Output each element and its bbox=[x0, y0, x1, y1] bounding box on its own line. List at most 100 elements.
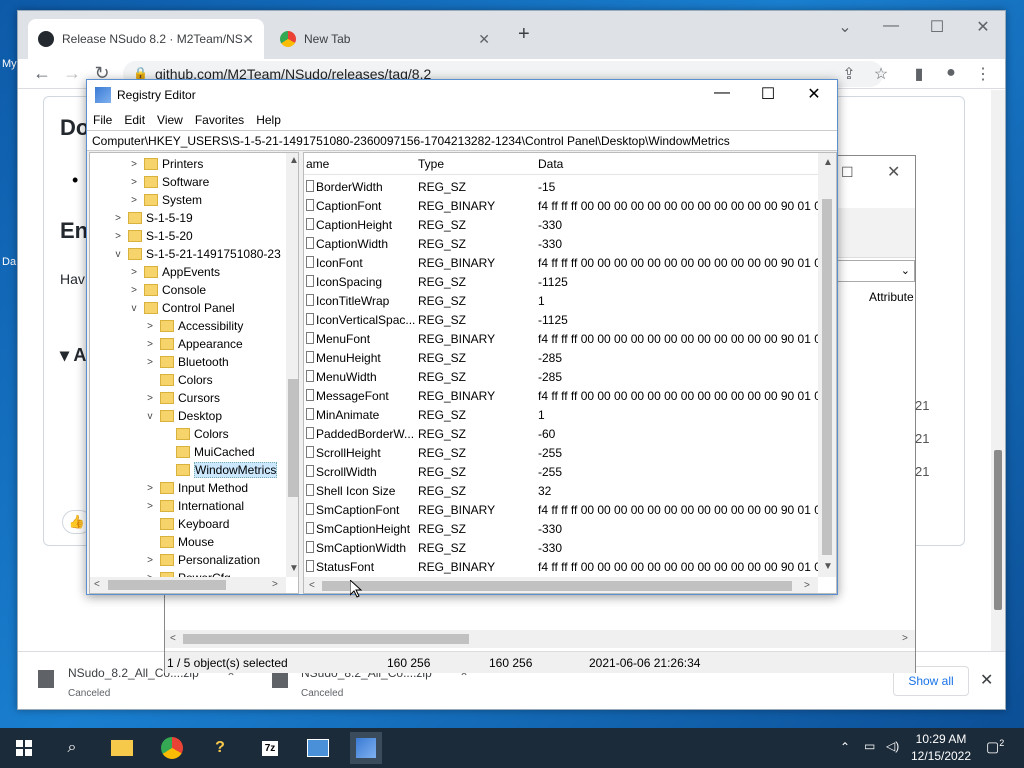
tree-node[interactable]: MuiCached bbox=[160, 443, 255, 461]
tab-search-icon[interactable]: ⌄ bbox=[822, 17, 868, 37]
value-row[interactable]: IconSpacing REG_SZ -1125 bbox=[304, 272, 818, 291]
chevron-right-icon[interactable]: > bbox=[144, 483, 156, 494]
chevron-down-icon[interactable]: v bbox=[128, 303, 140, 314]
scrollbar-thumb[interactable] bbox=[183, 634, 469, 644]
regedit-icon[interactable] bbox=[350, 732, 382, 764]
tree-node[interactable]: > S-1-5-20 bbox=[112, 227, 193, 245]
forward-icon[interactable]: → bbox=[60, 63, 84, 84]
7zip-icon[interactable]: 7z bbox=[254, 732, 286, 764]
start-windows-icon[interactable] bbox=[8, 732, 40, 764]
tab-new[interactable]: New Tab ✕ bbox=[270, 19, 500, 59]
back-icon[interactable]: ← bbox=[30, 63, 54, 84]
tree-node[interactable]: WindowMetrics bbox=[160, 461, 278, 479]
tree-node[interactable]: Mouse bbox=[144, 533, 214, 551]
value-row[interactable]: BorderWidth REG_SZ -15 bbox=[304, 177, 818, 196]
menu-file[interactable]: File bbox=[87, 113, 118, 127]
tree-node[interactable]: v Control Panel bbox=[128, 299, 235, 317]
close-download-bar-icon[interactable]: ✕ bbox=[980, 670, 993, 690]
value-row[interactable]: SmCaptionFont REG_BINARY f4 ff ff ff 00 00… bbox=[304, 500, 831, 519]
value-row[interactable]: CaptionHeight REG_SZ -330 bbox=[304, 215, 818, 234]
value-row[interactable]: ScrollWidth REG_SZ -255 bbox=[304, 462, 818, 481]
share-icon[interactable]: ⇪ bbox=[838, 64, 860, 84]
column-type[interactable]: Type bbox=[418, 157, 444, 171]
tree-node[interactable]: > Bluetooth bbox=[144, 353, 229, 371]
close-tab-icon[interactable]: ✕ bbox=[242, 31, 254, 48]
value-row[interactable]: StatusFont REG_BINARY f4 ff ff ff 00 00 00… bbox=[304, 557, 831, 576]
close-icon[interactable]: ✕ bbox=[791, 84, 837, 104]
notification-icon[interactable]: ▢2 bbox=[986, 738, 1004, 756]
maximize-icon[interactable]: ☐ bbox=[841, 164, 854, 181]
menu-favorites[interactable]: Favorites bbox=[189, 113, 250, 127]
search-icon[interactable]: ⌕ bbox=[56, 732, 88, 764]
value-row[interactable]: IconTitleWrap REG_SZ 1 bbox=[304, 291, 818, 310]
value-row[interactable]: CaptionFont REG_BINARY f4 ff ff ff 00 00 0… bbox=[304, 196, 831, 215]
chevron-right-icon[interactable]: > bbox=[112, 231, 124, 242]
value-row[interactable]: MinAnimate REG_SZ 1 bbox=[304, 405, 818, 424]
tree-node[interactable]: > Input Method bbox=[144, 479, 248, 497]
chevron-down-icon[interactable]: v bbox=[112, 249, 124, 260]
chevron-right-icon[interactable]: > bbox=[144, 555, 156, 566]
value-row[interactable]: IconVerticalSpac... REG_SZ -1125 bbox=[304, 310, 818, 329]
menu-dots-icon[interactable]: ⋮ bbox=[972, 64, 994, 84]
chevron-right-icon[interactable]: > bbox=[144, 339, 156, 350]
menu-view[interactable]: View bbox=[151, 113, 189, 127]
explorer-icon[interactable] bbox=[106, 732, 138, 764]
close-icon[interactable]: ✕ bbox=[887, 162, 900, 182]
value-row[interactable]: CaptionWidth REG_SZ -330 bbox=[304, 234, 818, 253]
list-vscroll[interactable]: ▲ ▼ bbox=[818, 153, 836, 577]
tree-node[interactable]: Keyboard bbox=[144, 515, 229, 533]
tree-hscroll[interactable]: < > bbox=[90, 577, 286, 593]
tree-node[interactable]: > Accessibility bbox=[144, 317, 243, 335]
column-header-attributes[interactable]: Attribute bbox=[869, 290, 914, 304]
chevron-right-icon[interactable]: > bbox=[128, 267, 140, 278]
assets-heading[interactable]: ▾ A bbox=[60, 345, 86, 366]
tree-node[interactable]: > Personalization bbox=[144, 551, 260, 569]
tree-node[interactable]: v S-1-5-21-1491751080-23 bbox=[112, 245, 281, 263]
tree-node[interactable]: > Console bbox=[128, 281, 206, 299]
menu-edit[interactable]: Edit bbox=[118, 113, 151, 127]
chevron-right-icon[interactable]: > bbox=[128, 159, 140, 170]
chevron-right-icon[interactable]: > bbox=[144, 501, 156, 512]
network-icon[interactable]: ▭ bbox=[864, 739, 875, 753]
value-row[interactable]: ScrollHeight REG_SZ -255 bbox=[304, 443, 818, 462]
tree-node[interactable]: > International bbox=[144, 497, 244, 515]
tree-node[interactable]: > Appearance bbox=[144, 335, 243, 353]
maximize-icon[interactable]: ☐ bbox=[914, 17, 960, 37]
title-bar[interactable]: Registry Editor — ☐ ✕ bbox=[87, 80, 837, 110]
tree-node[interactable]: Colors bbox=[144, 371, 213, 389]
tree-node[interactable]: > S-1-5-19 bbox=[112, 209, 193, 227]
tree-node[interactable]: > Software bbox=[128, 173, 209, 191]
scrollbar-thumb[interactable] bbox=[994, 450, 1002, 610]
clock-date[interactable]: 12/15/2022 bbox=[906, 749, 976, 763]
tree-vscroll[interactable]: ▲ ▼ bbox=[286, 153, 298, 577]
close-window-icon[interactable]: ✕ bbox=[960, 17, 1006, 37]
tree-node[interactable]: Colors bbox=[160, 425, 229, 443]
value-row[interactable]: SmCaptionWidth REG_SZ -330 bbox=[304, 538, 818, 557]
tree-node[interactable]: > System bbox=[128, 191, 202, 209]
chevron-right-icon[interactable]: > bbox=[144, 393, 156, 404]
value-row[interactable]: Shell Icon Size REG_SZ 32 bbox=[304, 481, 818, 500]
column-data[interactable]: Data bbox=[538, 157, 563, 171]
explorer-hscroll[interactable]: < > bbox=[165, 630, 915, 648]
tree-node[interactable]: > Cursors bbox=[144, 389, 220, 407]
chevron-right-icon[interactable]: > bbox=[144, 321, 156, 332]
profile-icon[interactable]: ● bbox=[940, 64, 962, 82]
value-row[interactable]: MenuHeight REG_SZ -285 bbox=[304, 348, 818, 367]
clock-time[interactable]: 10:29 AM bbox=[908, 732, 974, 746]
desktop-icon-label[interactable]: My bbox=[2, 58, 17, 70]
value-row[interactable]: IconFont REG_BINARY f4 ff ff ff 00 00 00 0… bbox=[304, 253, 831, 272]
scrollbar-thumb[interactable] bbox=[288, 379, 298, 497]
value-row[interactable]: SmCaptionHeight REG_SZ -330 bbox=[304, 519, 818, 538]
minimize-icon[interactable]: — bbox=[868, 17, 914, 35]
tab-release[interactable]: Release NSudo 8.2 · M2Team/NSudo ✕ bbox=[28, 19, 264, 59]
scrollbar-thumb[interactable] bbox=[108, 580, 226, 590]
chrome-icon[interactable] bbox=[156, 732, 188, 764]
value-row[interactable]: MenuFont REG_BINARY f4 ff ff ff 00 00 00 0… bbox=[304, 329, 831, 348]
scrollbar-thumb[interactable] bbox=[322, 581, 792, 591]
side-panel-icon[interactable]: ▮ bbox=[908, 64, 930, 84]
column-name[interactable]: ame bbox=[306, 157, 329, 171]
chevron-down-icon[interactable]: v bbox=[144, 411, 156, 422]
menu-help[interactable]: Help bbox=[250, 113, 287, 127]
page-scrollbar[interactable] bbox=[991, 90, 1005, 651]
scrollbar-thumb[interactable] bbox=[822, 199, 832, 555]
